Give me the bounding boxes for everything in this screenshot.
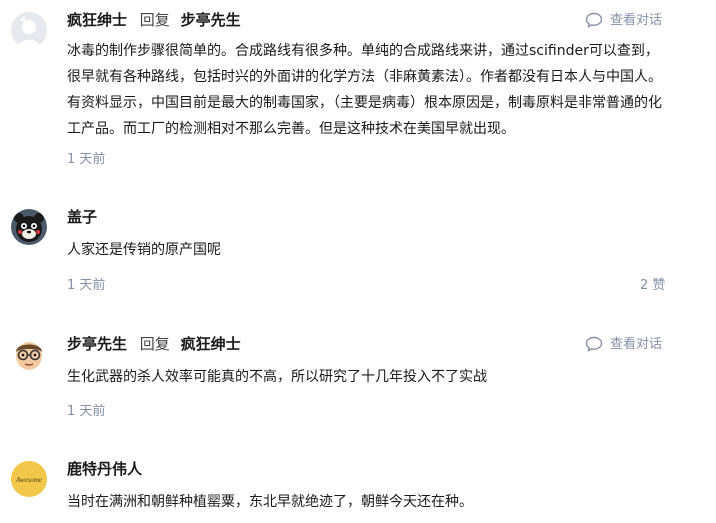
comment-content: 生化武器的杀人效率可能真的不高，所以研究了十几年投入不了实战 bbox=[67, 369, 487, 385]
comment-header: 步亭先生 回复 疯狂绅士 bbox=[67, 333, 241, 355]
view-conversation-label: 查看对话 bbox=[610, 337, 663, 352]
avatar[interactable] bbox=[11, 336, 47, 372]
comment-time: 1 天前 bbox=[67, 278, 106, 293]
view-conversation-button[interactable]: 查看对话 bbox=[585, 335, 662, 355]
comment-header: 盖子 bbox=[67, 206, 97, 228]
author-name[interactable]: 鹿特丹伟人 bbox=[67, 460, 142, 478]
like-button[interactable]: 2 赞 bbox=[640, 276, 665, 296]
avatar[interactable] bbox=[11, 12, 47, 48]
reply-target-name[interactable]: 步亭先生 bbox=[181, 11, 241, 29]
comment-content: 人家还是传销的原产国呢 bbox=[67, 242, 221, 258]
comment-time: 1 天前 bbox=[67, 404, 106, 419]
reply-target-name[interactable]: 疯狂绅士 bbox=[181, 335, 241, 353]
reply-label: 回复 bbox=[139, 11, 170, 29]
view-conversation-label: 查看对话 bbox=[610, 13, 663, 28]
comment-content: 冰毒的制作步骤很简单的。合成路线有很多种。单纯的合成路线来讲，通过scifind… bbox=[67, 43, 662, 137]
comment-time: 1 天前 bbox=[67, 152, 106, 167]
avatar[interactable]: Awesome bbox=[11, 461, 47, 497]
avatar-text: Awesome bbox=[15, 476, 42, 484]
reply-label: 回复 bbox=[139, 335, 170, 353]
author-name[interactable]: 盖子 bbox=[67, 208, 97, 226]
view-conversation-button[interactable]: 查看对话 bbox=[585, 11, 662, 31]
comment-content: 当时在满洲和朝鲜种植罂粟，东北早就绝迹了，朝鲜今天还在种。 bbox=[67, 494, 473, 510]
author-name[interactable]: 疯狂绅士 bbox=[67, 11, 127, 29]
speech-bubble-icon bbox=[585, 12, 603, 28]
speech-bubble-icon bbox=[585, 336, 603, 352]
comment-header: 疯狂绅士 回复 步亭先生 bbox=[67, 9, 241, 31]
comment-header: 鹿特丹伟人 bbox=[67, 458, 142, 480]
author-name[interactable]: 步亭先生 bbox=[67, 335, 127, 353]
avatar[interactable] bbox=[11, 209, 47, 245]
